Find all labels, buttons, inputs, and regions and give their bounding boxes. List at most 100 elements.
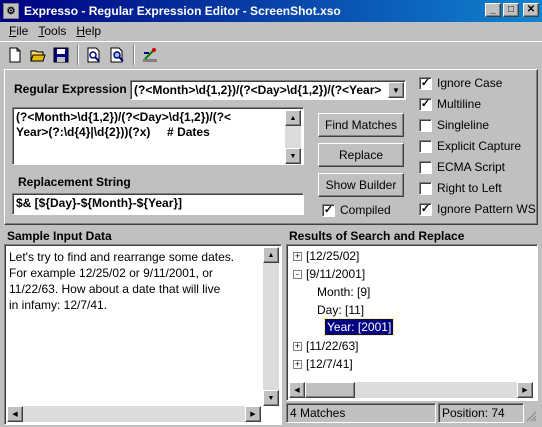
scroll-left-icon[interactable]: ◀ <box>7 406 23 422</box>
scroll-thumb[interactable] <box>305 382 355 398</box>
regex-editor-scrollbar[interactable]: ▲ ▼ <box>285 110 301 164</box>
replacement-input[interactable]: $& [${Day}-${Month}-${Year}] <box>12 193 304 215</box>
tree-item-label: [12/7/41] <box>306 357 353 371</box>
sample-line: Let's try to find and rearrange some dat… <box>9 250 235 264</box>
option-ignore-pattern-ws[interactable]: ✓ Ignore Pattern WS <box>419 202 536 216</box>
regex-editor-line-2: Year>(?:\d{4}|\d{2}))(?x) # Dates <box>16 125 210 139</box>
tree-item[interactable]: Month: [9] <box>317 285 370 299</box>
option-label: Explicit Capture <box>437 139 522 153</box>
sample-hscrollbar[interactable]: ◀ ▶ <box>7 406 261 422</box>
regex-dropdown-value: (?<Month>\d{1,2})/(?<Day>\d{1,2})/(?<Yea… <box>134 83 382 97</box>
results-header: Results of Search and Replace <box>289 229 465 243</box>
menu-tools-rest: ools <box>44 24 67 38</box>
menu-help-rest: elp <box>85 24 102 38</box>
option-label: ECMA Script <box>437 160 506 174</box>
scroll-track[interactable] <box>285 126 301 148</box>
show-builder-button[interactable]: Show Builder <box>318 173 404 197</box>
expand-icon[interactable]: + <box>293 359 302 369</box>
results-hscrollbar[interactable]: ◀ ▶ <box>289 382 533 398</box>
regex-label: Regular Expression <box>14 82 127 96</box>
maximize-button[interactable]: □ <box>503 3 519 17</box>
new-file-icon[interactable] <box>4 44 26 66</box>
ignore-case-check-icon[interactable]: ✓ <box>419 76 432 90</box>
scroll-up-icon[interactable]: ▲ <box>285 110 301 126</box>
tree-item-label: [11/22/63] <box>306 339 359 353</box>
option-label: Multiline <box>437 97 482 111</box>
replacement-label: Replacement String <box>18 175 131 189</box>
option-explicit-capture[interactable]: Explicit Capture <box>419 139 521 153</box>
option-label: Right to Left <box>437 181 502 195</box>
find-matches-button[interactable]: Find Matches <box>318 113 404 137</box>
sample-line: For example 12/25/02 or 9/11/2001, or <box>9 266 213 280</box>
window-title: Expresso - Regular Expression Editor - S… <box>24 4 341 18</box>
compiled-checkbox[interactable]: ✓ Compiled <box>322 203 391 217</box>
minimize-button[interactable]: _ <box>485 3 501 17</box>
builder-icon[interactable] <box>139 44 161 66</box>
app-icon[interactable]: ⚙ <box>3 3 19 19</box>
tree-item[interactable]: + [12/25/02] <box>293 249 359 263</box>
resize-grip-icon[interactable] <box>525 410 537 422</box>
menu-help-key: H <box>76 24 86 38</box>
toolbar-separator-2 <box>133 44 135 65</box>
option-label: Ignore Pattern WS <box>437 202 536 216</box>
tree-item[interactable]: Day: [11] <box>317 303 364 317</box>
find-icon[interactable] <box>106 44 128 66</box>
sample-line: 11/22/63. How about a date that will liv… <box>9 282 221 296</box>
option-label: Singleline <box>437 118 490 132</box>
save-icon[interactable] <box>50 44 72 66</box>
replace-button[interactable]: Replace <box>318 143 404 167</box>
scroll-right-icon[interactable]: ▶ <box>245 406 261 422</box>
toolbar-separator <box>77 44 79 65</box>
print-preview-icon[interactable] <box>83 44 105 66</box>
status-matches: 4 Matches <box>286 403 436 423</box>
sample-input-text[interactable]: Let's try to find and rearrange some dat… <box>4 244 282 425</box>
regex-label-text: Regular Expression <box>14 82 127 96</box>
menu-file[interactable]: File <box>4 24 33 38</box>
tree-item-label: [12/25/02] <box>306 249 360 263</box>
results-tree[interactable]: + [12/25/02] - [9/11/2001] Month: [9] Da… <box>286 244 538 401</box>
regex-editor[interactable]: (?<Month>\d{1,2})/(?<Day>\d{1,2})/(?< Ye… <box>12 107 304 165</box>
ignore-pattern-ws-check-icon[interactable]: ✓ <box>419 202 432 216</box>
option-multiline[interactable]: ✓ Multiline <box>419 97 481 111</box>
tree-item-label: Month: [9] <box>317 285 371 299</box>
close-button[interactable]: ✕ <box>523 3 539 17</box>
scroll-track[interactable] <box>263 263 279 390</box>
sample-line: in infamy: 12/7/41. <box>9 298 108 312</box>
tree-item-label: Day: [11] <box>317 303 365 317</box>
explicit-capture-check-icon[interactable] <box>419 139 432 153</box>
tree-item-label: [9/11/2001] <box>306 267 366 281</box>
sample-vscrollbar[interactable]: ▲ ▼ <box>263 247 279 406</box>
scroll-left-icon[interactable]: ◀ <box>289 382 305 398</box>
open-folder-icon[interactable] <box>27 44 49 66</box>
tree-item-selected[interactable]: Year: [2001] <box>323 318 395 336</box>
regex-dropdown[interactable]: (?<Month>\d{1,2})/(?<Day>\d{1,2})/(?<Yea… <box>130 80 406 100</box>
ecma-script-check-icon[interactable] <box>419 160 432 174</box>
compiled-check-icon[interactable]: ✓ <box>322 203 335 217</box>
tree-item[interactable]: - [9/11/2001] <box>293 267 365 281</box>
sample-input-header: Sample Input Data <box>7 229 112 243</box>
right-to-left-check-icon[interactable] <box>419 181 432 195</box>
tree-item-label: Year: [2001] <box>327 320 392 334</box>
expand-icon[interactable]: + <box>293 251 302 261</box>
chevron-down-icon[interactable]: ▼ <box>388 82 404 98</box>
singleline-check-icon[interactable] <box>419 118 432 132</box>
collapse-icon[interactable]: - <box>293 269 302 279</box>
multiline-check-icon[interactable]: ✓ <box>419 97 432 111</box>
menu-tools[interactable]: Tools <box>33 24 71 38</box>
scroll-up-icon[interactable]: ▲ <box>263 247 279 263</box>
option-ignore-case[interactable]: ✓ Ignore Case <box>419 76 502 90</box>
title-bar[interactable]: ⚙ Expresso - Regular Expression Editor -… <box>0 0 542 22</box>
tree-item[interactable]: + [12/7/41] <box>293 357 353 371</box>
option-right-to-left[interactable]: Right to Left <box>419 181 502 195</box>
scroll-down-icon[interactable]: ▼ <box>263 390 279 406</box>
option-ecma-script[interactable]: ECMA Script <box>419 160 505 174</box>
regex-editor-line-1: (?<Month>\d{1,2})/(?<Day>\d{1,2})/(?< <box>16 110 232 124</box>
compiled-label: Compiled <box>340 203 391 217</box>
tree-item[interactable]: + [11/22/63] <box>293 339 359 353</box>
status-position: Position: 74 <box>438 403 524 423</box>
expand-icon[interactable]: + <box>293 341 302 351</box>
option-singleline[interactable]: Singleline <box>419 118 489 132</box>
menu-help[interactable]: Help <box>71 24 106 38</box>
scroll-right-icon[interactable]: ▶ <box>517 382 533 398</box>
scroll-down-icon[interactable]: ▼ <box>285 148 301 164</box>
